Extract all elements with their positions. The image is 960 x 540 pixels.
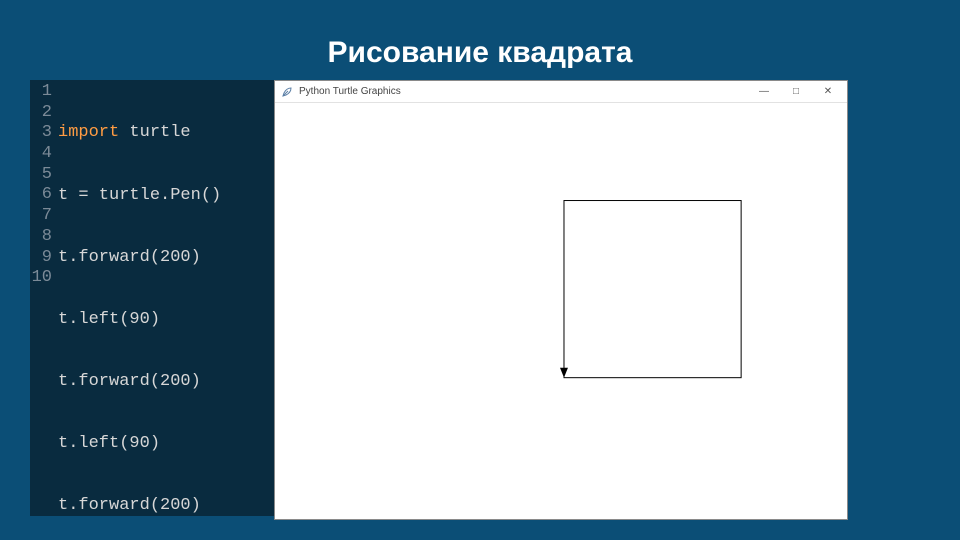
code-text: t.forward(200) bbox=[58, 248, 201, 267]
code-line: t.left(90) bbox=[58, 310, 221, 331]
line-number: 6 bbox=[30, 185, 52, 206]
line-number: 5 bbox=[30, 165, 52, 186]
turtle-drawing bbox=[275, 103, 847, 519]
line-number-gutter: 1 2 3 4 5 6 7 8 9 10 bbox=[30, 80, 56, 516]
code-line: import turtle bbox=[58, 123, 221, 144]
line-number: 7 bbox=[30, 206, 52, 227]
window-controls: — □ ✕ bbox=[755, 83, 845, 101]
line-number: 10 bbox=[30, 268, 52, 289]
code-line: t.forward(200) bbox=[58, 372, 221, 393]
slide-title: Рисование квадрата bbox=[0, 36, 960, 70]
titlebar[interactable]: Python Turtle Graphics — □ ✕ bbox=[275, 81, 847, 103]
code-line: t.forward(200) bbox=[58, 496, 221, 517]
turtle-canvas bbox=[275, 103, 847, 519]
turtle-window: Python Turtle Graphics — □ ✕ bbox=[274, 80, 848, 520]
minimize-button[interactable]: — bbox=[755, 83, 773, 101]
code-text: t.forward(200) bbox=[58, 372, 201, 391]
line-number: 2 bbox=[30, 103, 52, 124]
code-text: t = turtle.Pen() bbox=[58, 186, 221, 205]
code-text: t.forward(200) bbox=[58, 496, 201, 515]
line-number: 8 bbox=[30, 227, 52, 248]
line-number: 1 bbox=[30, 82, 52, 103]
turtle-cursor-icon bbox=[560, 368, 568, 378]
line-number: 4 bbox=[30, 144, 52, 165]
code-keyword: import bbox=[58, 123, 119, 142]
code-line: t.forward(200) bbox=[58, 248, 221, 269]
code-body: import turtle t = turtle.Pen() t.forward… bbox=[56, 80, 221, 516]
feather-icon bbox=[281, 86, 293, 98]
window-title: Python Turtle Graphics bbox=[299, 86, 755, 97]
content-area: 1 2 3 4 5 6 7 8 9 10 import turtle t = t… bbox=[30, 80, 848, 524]
drawn-square bbox=[564, 201, 741, 378]
maximize-button[interactable]: □ bbox=[787, 83, 805, 101]
code-text: t.left(90) bbox=[58, 310, 160, 329]
code-line: t = turtle.Pen() bbox=[58, 186, 221, 207]
slide: Рисование квадрата 1 2 3 4 5 6 7 8 9 10 … bbox=[0, 0, 960, 540]
line-number: 3 bbox=[30, 123, 52, 144]
code-editor: 1 2 3 4 5 6 7 8 9 10 import turtle t = t… bbox=[30, 80, 274, 516]
code-line: t.left(90) bbox=[58, 434, 221, 455]
close-button[interactable]: ✕ bbox=[819, 83, 837, 101]
code-text: t.left(90) bbox=[58, 434, 160, 453]
code-text: turtle bbox=[119, 123, 190, 142]
line-number: 9 bbox=[30, 248, 52, 269]
